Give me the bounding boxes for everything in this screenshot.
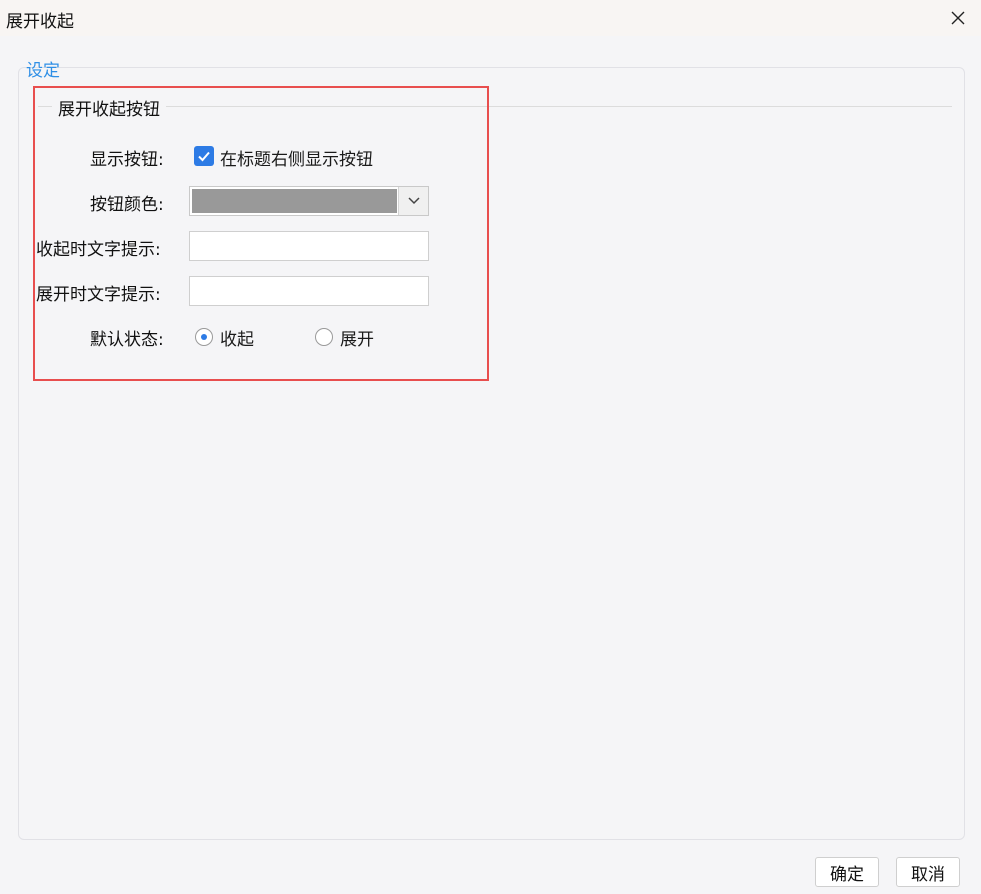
ok-button[interactable]: 确定 [815, 857, 879, 887]
collapse-tip-input[interactable] [189, 231, 429, 261]
tab-settings[interactable]: 设定 [26, 56, 60, 81]
radio-expand[interactable] [315, 328, 333, 346]
color-swatch [192, 189, 397, 213]
expand-tip-label: 展开时文字提示: [36, 285, 161, 305]
radio-expand-label[interactable]: 展开 [340, 325, 374, 350]
close-icon [951, 11, 965, 25]
default-state-label: 默认状态: [90, 330, 164, 350]
color-dropdown-arrow[interactable] [398, 187, 428, 215]
collapse-tip-label: 收起时文字提示: [36, 240, 161, 260]
radio-collapse-label[interactable]: 收起 [220, 325, 254, 350]
checkmark-icon [198, 151, 210, 162]
close-button[interactable] [935, 0, 981, 36]
chevron-down-icon [407, 197, 420, 205]
window-title: 展开收起 [6, 12, 74, 32]
expand-tip-input[interactable] [189, 276, 429, 306]
show-button-checkbox-text[interactable]: 在标题右侧显示按钮 [220, 145, 373, 170]
show-button-checkbox[interactable] [194, 146, 214, 166]
button-color-select[interactable] [189, 186, 429, 216]
radio-collapse[interactable] [195, 328, 213, 346]
cancel-button[interactable]: 取消 [896, 857, 960, 887]
show-button-label: 显示按钮: [90, 150, 164, 170]
button-color-label: 按钮颜色: [90, 195, 164, 215]
title-bar: 展开收起 [0, 0, 981, 36]
